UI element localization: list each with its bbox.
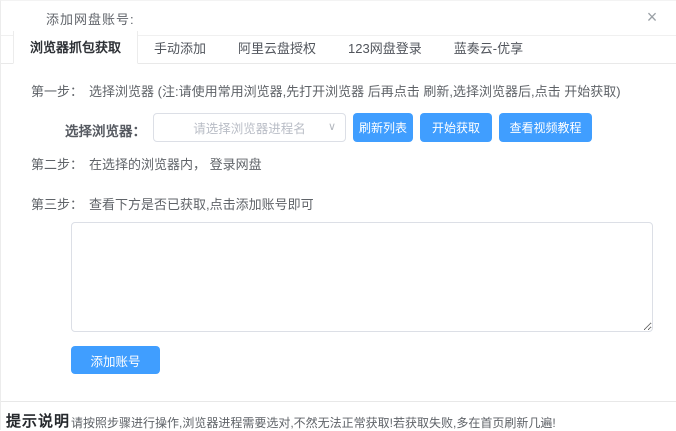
add-account-button[interactable]: 添加账号 <box>71 346 160 374</box>
step1-label: 第一步： <box>31 84 84 99</box>
tab-browser-capture[interactable]: 浏览器抓包获取 <box>13 31 139 64</box>
step1-text: 选择浏览器 (注:请使用常用浏览器,先打开浏览器 后再点击 刷新,选择浏览器后,… <box>89 84 621 99</box>
start-capture-button[interactable]: 开始获取 <box>420 113 492 142</box>
tab-bar: 浏览器抓包获取 手动添加 阿里云盘授权 123网盘登录 蓝奏云-优享 <box>1 31 676 64</box>
step2-instruction: 第二步： 在选择的浏览器内， 登录网盘 <box>31 154 262 173</box>
tab-aliyun-auth[interactable]: 阿里云盘授权 <box>222 32 332 64</box>
tab-lanzou-premium[interactable]: 蓝奏云-优享 <box>438 32 539 64</box>
add-netdisk-account-dialog: 添加网盘账号: × 浏览器抓包获取 手动添加 阿里云盘授权 123网盘登录 蓝奏… <box>0 0 676 430</box>
step3-instruction: 第三步： 查看下方是否已获取,点击添加账号即可 <box>31 194 314 213</box>
refresh-list-button[interactable]: 刷新列表 <box>353 113 413 142</box>
select-placeholder: 请选择浏览器进程名 <box>193 122 306 136</box>
footer-tip-text: 请按照步骤进行操作,浏览器进程需要选对,不然无法正常获取!若获取失败,多在首页刷… <box>71 416 556 430</box>
step2-text: 在选择的浏览器内， 登录网盘 <box>89 157 262 172</box>
step3-text: 查看下方是否已获取,点击添加账号即可 <box>89 197 314 212</box>
step2-label: 第二步： <box>31 157 84 172</box>
browser-select-label: 选择浏览器： <box>65 124 146 139</box>
tab-123pan-login[interactable]: 123网盘登录 <box>332 32 438 64</box>
footer-divider <box>1 401 676 402</box>
chevron-down-icon: ∨ <box>327 120 336 133</box>
footer-tip-title: 提示说明 <box>6 413 71 430</box>
close-icon[interactable]: × <box>640 5 664 29</box>
step3-label: 第三步： <box>31 197 84 212</box>
dialog-title: 添加网盘账号: <box>46 12 135 27</box>
captured-account-textarea[interactable] <box>71 222 653 332</box>
browser-process-select[interactable]: 请选择浏览器进程名 ∨ <box>153 113 346 142</box>
step1-instruction: 第一步： 选择浏览器 (注:请使用常用浏览器,先打开浏览器 后再点击 刷新,选择浏… <box>31 81 621 100</box>
tab-manual-add[interactable]: 手动添加 <box>138 32 222 64</box>
view-video-tutorial-button[interactable]: 查看视频教程 <box>499 113 592 142</box>
